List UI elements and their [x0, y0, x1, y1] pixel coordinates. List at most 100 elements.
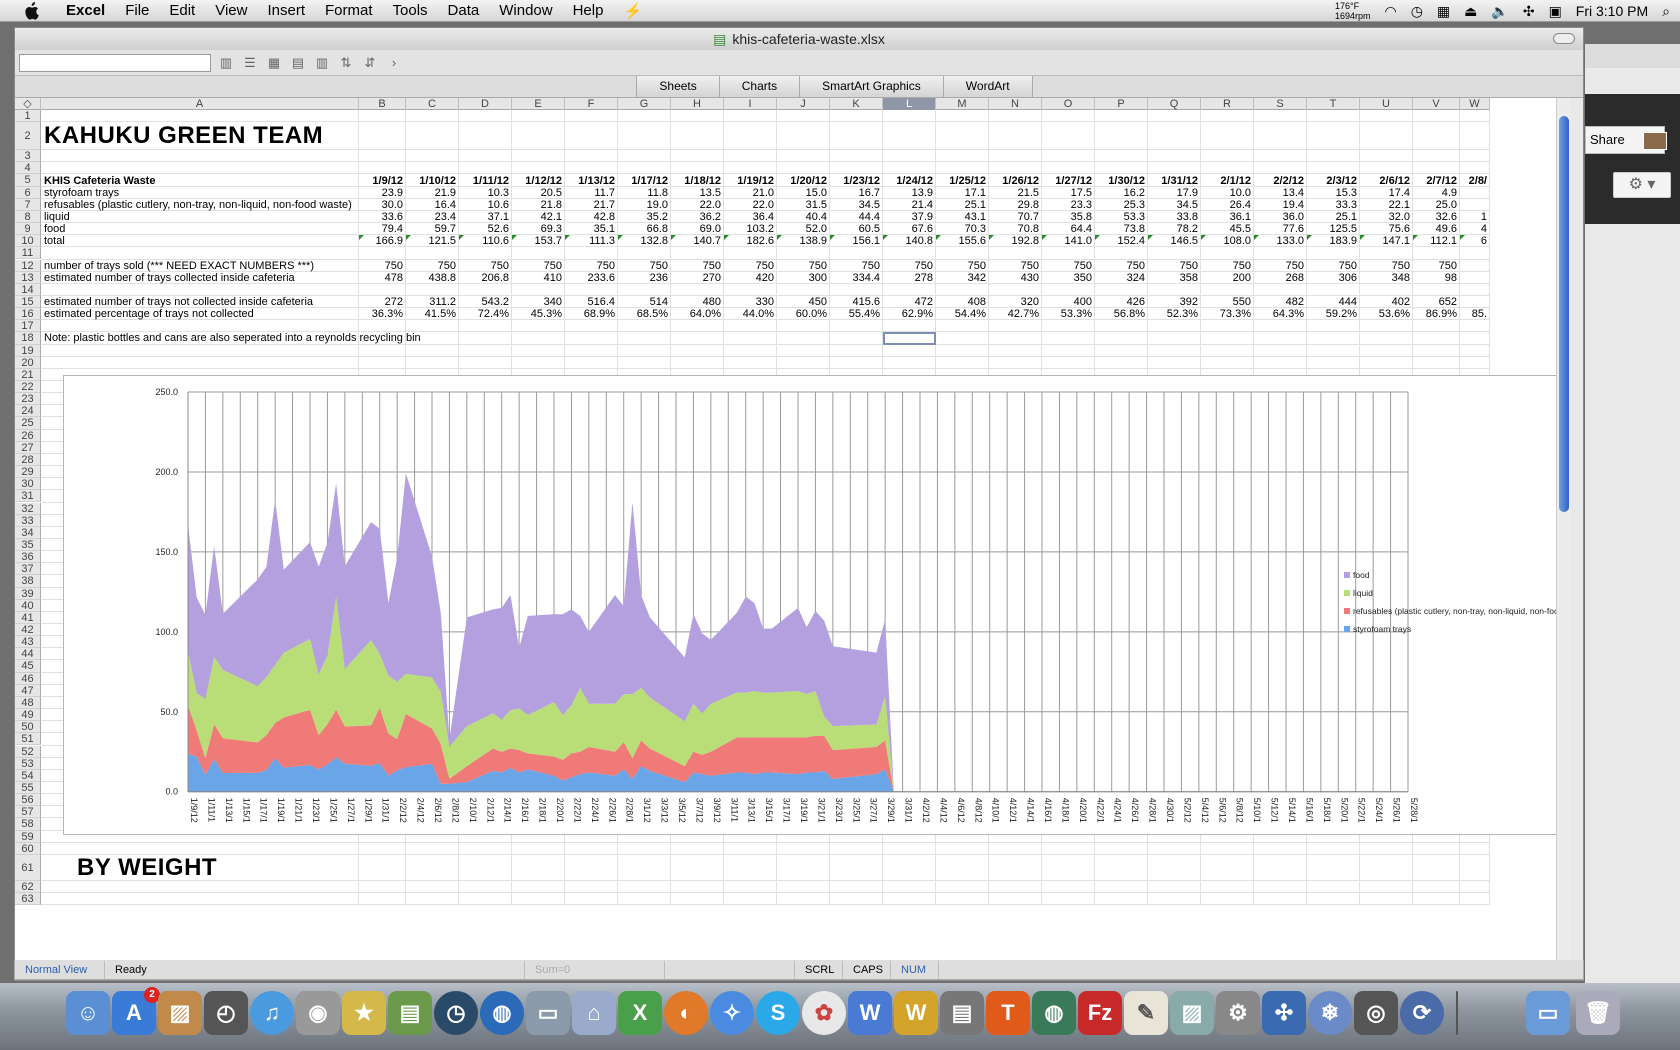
data-cell[interactable]: 340 — [515, 296, 565, 308]
data-cell[interactable]: 15.3 — [1310, 187, 1360, 199]
data-cell[interactable]: 36.0 — [1257, 211, 1307, 223]
row-header-28[interactable]: 28 — [15, 453, 41, 467]
data-cell[interactable]: 34.5 — [833, 199, 883, 211]
time-machine-icon[interactable]: ◷ — [1411, 3, 1423, 20]
date-header[interactable]: 1/19/12 — [727, 175, 777, 187]
row-header-42[interactable]: 42 — [15, 624, 41, 637]
data-cell[interactable]: 652 — [1416, 296, 1460, 308]
data-cell[interactable]: 272 — [362, 296, 406, 308]
data-cell[interactable]: 324 — [1098, 272, 1148, 284]
volume-icon[interactable]: 🔈 — [1491, 3, 1508, 20]
data-cell[interactable]: 750 — [1257, 260, 1307, 272]
data-cell[interactable]: 86.9% — [1416, 308, 1460, 320]
date-header[interactable]: 1/23/12 — [833, 175, 883, 187]
data-cell[interactable]: 750 — [833, 260, 883, 272]
data-cell[interactable]: 52.0 — [780, 223, 830, 235]
data-cell[interactable]: 11.7 — [568, 187, 618, 199]
formula-error-marker[interactable] — [830, 235, 835, 241]
formula-error-marker[interactable] — [936, 235, 941, 241]
date-header[interactable]: 1/17/12 — [621, 175, 671, 187]
data-cell[interactable]: 37.9 — [886, 211, 936, 223]
row-header-49[interactable]: 49 — [15, 709, 41, 722]
row-header-36[interactable]: 36 — [15, 551, 41, 564]
data-cell[interactable]: 33.3 — [1310, 199, 1360, 211]
list-icon[interactable]: ☰ — [241, 55, 259, 71]
data-cell[interactable]: 516.4 — [568, 296, 618, 308]
data-cell[interactable]: 68.9% — [568, 308, 618, 320]
row-label[interactable]: liquid — [44, 211, 359, 223]
row-label[interactable]: number of trays sold (*** NEED EXACT NUM… — [44, 260, 359, 272]
row-header-40[interactable]: 40 — [15, 599, 41, 612]
data-cell[interactable]: 750 — [568, 260, 618, 272]
formula-error-marker[interactable] — [1460, 235, 1465, 241]
date-header[interactable]: 2/6/12 — [1363, 175, 1413, 187]
row-header-52[interactable]: 52 — [15, 745, 41, 758]
formula-error-marker[interactable] — [618, 235, 623, 241]
data-cell[interactable]: 408 — [939, 296, 989, 308]
menu-file[interactable]: File — [115, 2, 159, 19]
steam-icon[interactable]: ◎ — [1354, 991, 1398, 1035]
date-header[interactable]: 2/7/12 — [1416, 175, 1460, 187]
data-cell[interactable]: 62.9% — [886, 308, 936, 320]
formula-error-marker[interactable] — [459, 235, 464, 241]
data-cell[interactable]: 34.5 — [1151, 199, 1201, 211]
row-header-8[interactable]: 8 — [15, 210, 41, 224]
firefox-icon[interactable]: ◐ — [664, 991, 708, 1035]
data-cell[interactable]: 64.4 — [1045, 223, 1095, 235]
date-header[interactable]: 1/18/12 — [674, 175, 724, 187]
row-header-9[interactable]: 9 — [15, 223, 41, 236]
data-cell[interactable]: 147.1 — [1363, 235, 1413, 247]
data-cell[interactable]: 21.7 — [568, 199, 618, 211]
row-header-37[interactable]: 37 — [15, 563, 41, 576]
data-cell[interactable]: 22.0 — [727, 199, 777, 211]
data-cell[interactable]: 44.4 — [833, 211, 883, 223]
row-header-14[interactable]: 14 — [15, 283, 41, 296]
row-header-53[interactable]: 53 — [15, 757, 41, 770]
data-cell[interactable]: 750 — [1151, 260, 1201, 272]
filter-icon[interactable]: ⇵ — [361, 55, 379, 71]
data-cell[interactable]: 42.8 — [568, 211, 618, 223]
data-cell[interactable]: 543.2 — [462, 296, 512, 308]
wifi-icon[interactable]: ◠ — [1384, 3, 1396, 20]
data-cell[interactable]: 64.3% — [1257, 308, 1307, 320]
textmate-icon[interactable]: T — [986, 991, 1030, 1035]
column-header-B[interactable]: B — [359, 98, 406, 110]
row-header-17[interactable]: 17 — [15, 320, 41, 333]
data-cell[interactable]: 73.3% — [1204, 308, 1254, 320]
time-machine-dock-icon[interactable]: ◷ — [434, 991, 478, 1035]
column-header-J[interactable]: J — [777, 98, 830, 110]
row-header-18[interactable]: 18 — [15, 332, 41, 345]
column-header-A[interactable]: A — [41, 98, 359, 110]
data-cell[interactable]: 270 — [674, 272, 724, 284]
row-header-31[interactable]: 31 — [15, 490, 41, 503]
selected-cell[interactable] — [883, 332, 936, 345]
data-cell[interactable]: 23.9 — [362, 187, 406, 199]
column-header-O[interactable]: O — [1042, 98, 1095, 110]
toolbar-toggle-button[interactable] — [1553, 33, 1575, 44]
data-cell[interactable]: 400 — [1045, 296, 1095, 308]
data-cell[interactable]: 35.8 — [1045, 211, 1095, 223]
row-header-55[interactable]: 55 — [15, 781, 41, 795]
data-cell[interactable]: 13.9 — [886, 187, 936, 199]
row-header-3[interactable]: 3 — [15, 150, 41, 163]
row-header-43[interactable]: 43 — [15, 636, 41, 649]
row-header-12[interactable]: 12 — [15, 259, 41, 272]
data-cell[interactable]: 750 — [1204, 260, 1254, 272]
data-cell[interactable]: 426 — [1098, 296, 1148, 308]
data-cell[interactable]: 21.8 — [515, 199, 565, 211]
hp-utility-icon[interactable]: ⌂ — [572, 991, 616, 1035]
dvd-player-icon[interactable]: ◉ — [296, 991, 340, 1035]
select-all-corner[interactable]: ◇ — [15, 98, 41, 110]
data-cell[interactable]: 85. — [1463, 308, 1490, 320]
spotlight-icon[interactable]: ⌕ — [1662, 3, 1670, 20]
row-header-10[interactable]: 10 — [15, 235, 41, 248]
word-icon[interactable]: W — [848, 991, 892, 1035]
row-header-51[interactable]: 51 — [15, 733, 41, 746]
data-cell[interactable]: 42.1 — [515, 211, 565, 223]
data-cell[interactable]: 55.4% — [833, 308, 883, 320]
date-header[interactable]: 1/13/12 — [568, 175, 618, 187]
eject-icon[interactable]: ⏏ — [1464, 3, 1477, 20]
data-cell[interactable]: 166.9 — [362, 235, 406, 247]
sort-icon[interactable]: ⇅ — [337, 55, 355, 71]
data-cell[interactable]: 236 — [621, 272, 671, 284]
